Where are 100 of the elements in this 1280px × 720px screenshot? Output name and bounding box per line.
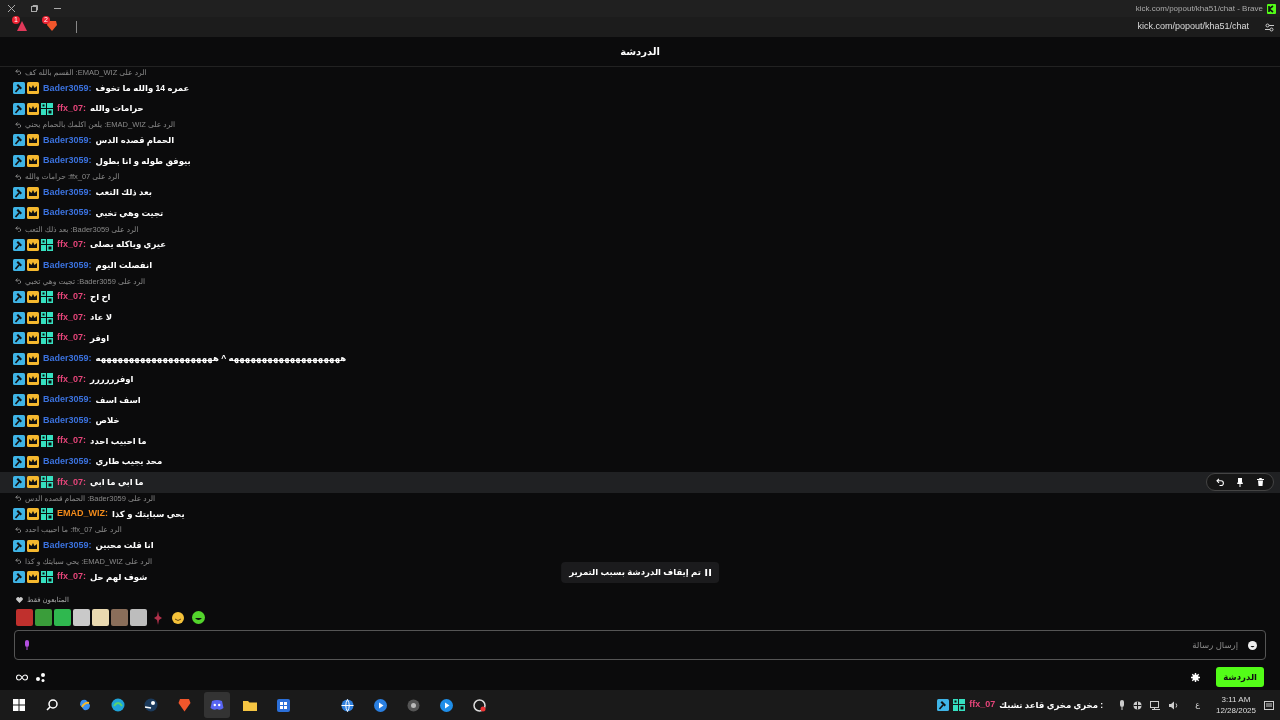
message-text: انا قلت محبين — [95, 539, 154, 552]
crown-icon — [27, 207, 39, 220]
settings-icon[interactable] — [1191, 672, 1201, 682]
username[interactable]: Bader3059: — [43, 352, 92, 366]
emote-image[interactable] — [130, 609, 147, 627]
username[interactable]: ffx_07: — [57, 310, 86, 325]
hammer-icon — [13, 332, 25, 345]
message-text: تجيت وهي تخبي — [95, 206, 164, 220]
close-icon[interactable] — [8, 5, 15, 12]
message-text: يحي سبايتك و كذا — [112, 507, 185, 521]
microphone-icon[interactable] — [1119, 700, 1126, 710]
crown-icon — [27, 311, 39, 324]
hammer-icon — [13, 82, 25, 95]
username[interactable]: Bader3059: — [43, 538, 92, 553]
username[interactable]: Bader3059: — [43, 133, 92, 148]
hammer-icon — [13, 414, 25, 427]
username[interactable]: Bader3059: — [43, 81, 92, 95]
notification-text: : مخري مخري قاعد تشبك — [999, 698, 1104, 712]
input-language-indicator[interactable]: ع — [1195, 699, 1200, 711]
username[interactable]: ffx_07: — [57, 475, 86, 490]
nodes-icon[interactable] — [36, 672, 45, 682]
address-bar[interactable]: kick.com/popout/kha51/chat — [1137, 20, 1249, 34]
hammer-icon — [13, 186, 25, 199]
username[interactable]: ffx_07: — [57, 570, 86, 584]
crown-icon — [27, 102, 39, 115]
username[interactable]: Bader3059: — [43, 413, 92, 428]
username[interactable]: ffx_07: — [57, 434, 86, 448]
hammer-icon — [13, 476, 25, 489]
og-badge-icon — [41, 373, 53, 386]
crown-icon — [27, 82, 39, 95]
reply-icon — [1216, 478, 1224, 487]
crown-icon — [27, 414, 39, 427]
hammer-icon — [13, 393, 25, 406]
emote-image[interactable] — [92, 609, 109, 627]
chat-paused-notice[interactable]: تم إيقاف الدردشة بسبب التمرير — [561, 561, 719, 583]
og-badge-icon — [41, 332, 53, 345]
message-field[interactable]: إرسال رسالة — [14, 630, 1266, 661]
hammer-icon — [13, 435, 25, 448]
record-app-icon — [472, 698, 486, 712]
reply-icon — [15, 495, 22, 502]
message-text: ما احبيب احدد — [90, 434, 147, 448]
windows-logo-icon — [13, 699, 25, 711]
crown-icon — [27, 435, 39, 448]
emote-image[interactable] — [73, 609, 90, 627]
hammer-icon — [13, 259, 25, 272]
clock[interactable]: 3:11 AM 12/28/2025 — [1215, 694, 1256, 716]
hammer-icon — [13, 311, 25, 324]
message-text: اح اح — [90, 290, 111, 304]
username[interactable]: Bader3059: — [43, 455, 92, 469]
pin-icon — [1237, 477, 1243, 487]
crown-icon — [27, 476, 39, 489]
username[interactable]: EMAD_WIZ: — [57, 507, 108, 521]
sparkle-emote-icon[interactable] — [153, 610, 162, 625]
username[interactable]: Bader3059: — [43, 185, 92, 200]
username[interactable]: Bader3059: — [43, 206, 92, 220]
minimize-icon[interactable] — [54, 5, 61, 12]
crown-icon — [27, 352, 39, 365]
heart-icon — [16, 596, 23, 603]
crown-icon — [27, 291, 39, 303]
play-circle-icon — [439, 698, 453, 712]
grin-emote-icon[interactable] — [192, 611, 205, 625]
reply-icon — [15, 226, 22, 232]
message-text: ههههههههههههههههههههه ^ هههههههههههههههههههههه — [95, 352, 347, 366]
emote-image[interactable] — [54, 609, 71, 627]
infinity-icon[interactable] — [16, 673, 28, 681]
username[interactable]: ffx_07: — [57, 290, 86, 304]
notification-username: ffx_07 — [969, 698, 996, 712]
message-text: محد يجيب طاري — [95, 455, 163, 469]
network-icon[interactable] — [1150, 700, 1162, 710]
hammer-icon — [13, 373, 25, 386]
discord-icon — [210, 699, 224, 711]
message-text: بيوفق طوله و انا بطول — [95, 154, 191, 168]
username[interactable]: ffx_07: — [57, 102, 86, 116]
site-settings-icon[interactable] — [1265, 22, 1274, 32]
triangle-icon[interactable] — [16, 20, 28, 32]
crown-icon — [27, 455, 39, 468]
chat-title: الدردشة — [620, 44, 660, 59]
username[interactable]: ffx_07: — [57, 372, 86, 387]
volume-icon[interactable] — [1169, 700, 1180, 710]
og-badge-icon — [41, 435, 53, 448]
emoji-icon[interactable] — [1248, 640, 1257, 650]
username[interactable]: ffx_07: — [57, 238, 86, 252]
username[interactable]: Bader3059: — [43, 154, 92, 168]
microphone-icon[interactable] — [23, 640, 31, 651]
message-input[interactable]: إرسال رسالة — [39, 632, 1240, 659]
notifications-icon[interactable] — [1264, 700, 1274, 710]
username[interactable]: ffx_07: — [57, 331, 86, 345]
message-text: عمره 14 والله ما تخوف — [95, 81, 190, 95]
lion-icon — [177, 698, 191, 712]
smiley-emote-icon[interactable] — [171, 611, 184, 624]
emote-image[interactable] — [35, 609, 52, 627]
restore-icon[interactable] — [31, 5, 38, 12]
username[interactable]: Bader3059: — [43, 258, 92, 273]
play-app-icon — [373, 698, 387, 712]
lion-icon[interactable] — [46, 20, 58, 32]
pause-icon — [704, 568, 711, 576]
username[interactable]: Bader3059: — [43, 393, 92, 407]
chat-button[interactable]: الدردشة — [1216, 666, 1264, 688]
crown-icon — [27, 507, 39, 520]
reply-icon — [15, 121, 22, 128]
